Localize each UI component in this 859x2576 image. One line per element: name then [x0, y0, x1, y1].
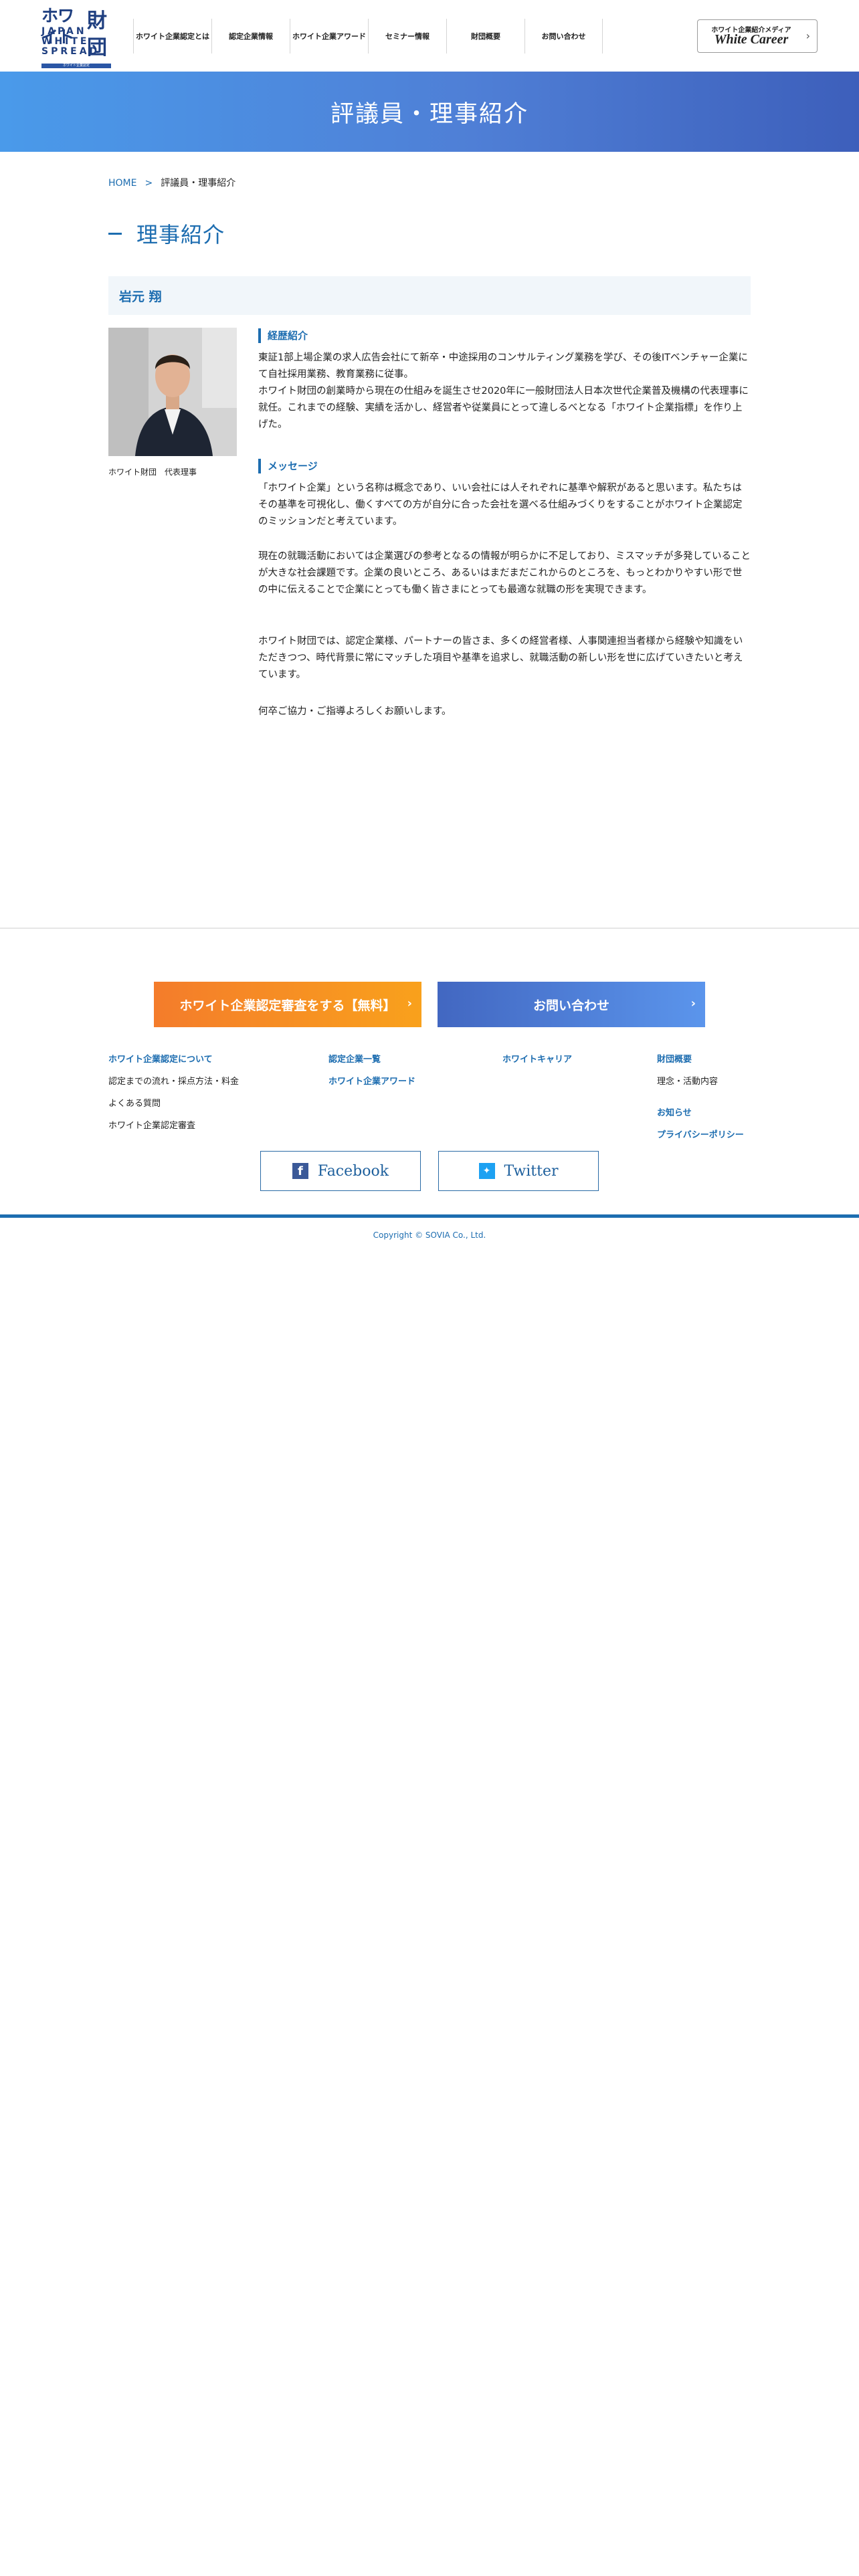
message-paragraph: 「ホワイト企業」という名称は概念であり、いい会社には人それぞれに基準や解釈がある…	[258, 483, 743, 527]
site-header: ホワイト JAPAN WHITE SPREAD 財団 ホワイト企業認定 ホワイト…	[0, 0, 859, 72]
footer-link-privacy[interactable]: プライバシーポリシー	[657, 1128, 744, 1140]
footer-link-philosophy[interactable]: 理念・活動内容	[657, 1074, 718, 1087]
chevron-right-icon: ›	[407, 996, 412, 1010]
breadcrumb-current: 評議員・理事紹介	[161, 178, 236, 189]
person-name: 岩元 翔	[119, 289, 162, 304]
nav-item-contact[interactable]: お問い合わせ	[524, 19, 603, 53]
message-heading: メッセージ	[258, 459, 318, 473]
nav-item-foundation[interactable]: 財団概要	[446, 19, 524, 53]
logo-top-text: ホワイト	[41, 6, 74, 47]
chevron-right-icon: ›	[690, 996, 696, 1010]
footer-link-certified-list[interactable]: 認定企業一覧	[328, 1052, 381, 1065]
section-title: 理事紹介	[136, 222, 225, 247]
footer-link-review[interactable]: ホワイト企業認定審査	[108, 1118, 195, 1131]
copyright: Copyright © SOVIA Co., Ltd.	[373, 1230, 486, 1240]
site-logo[interactable]: ホワイト JAPAN WHITE SPREAD 財団 ホワイト企業認定	[41, 5, 114, 68]
nav-item-certified[interactable]: 認定企業情報	[211, 19, 290, 53]
logo-tagline: ホワイト企業認定	[41, 64, 111, 68]
apply-review-label: ホワイト企業認定審査をする【無料】	[179, 998, 396, 1013]
message-paragraph: 何卒ご協力・ご指導よろしくお願いします。	[258, 706, 452, 717]
nav-item-about[interactable]: ホワイト企業認定とは	[133, 19, 211, 53]
heading-dash-icon	[108, 232, 122, 235]
career-text: 東証1部上場企業の求人広告会社にて新卒・中途採用のコンサルティング業務を学び、そ…	[258, 352, 749, 430]
footer-link-flow[interactable]: 認定までの流れ・採点方法・料金	[108, 1074, 239, 1087]
section-heading: 理事紹介	[108, 220, 225, 247]
person-name-bar: 岩元 翔	[108, 276, 751, 315]
message-paragraph: ホワイト財団では、認定企業様、パートナーの皆さま、多くの経営者様、人事関連担当者…	[258, 636, 743, 680]
twitter-button[interactable]: ✦ Twitter	[438, 1151, 599, 1191]
logo-english: JAPAN WHITE SPREAD	[41, 26, 100, 57]
twitter-icon: ✦	[478, 1163, 495, 1179]
twitter-label: Twitter	[504, 1162, 559, 1180]
contact-button[interactable]: お問い合わせ ›	[438, 982, 705, 1027]
facebook-label: Facebook	[317, 1162, 389, 1180]
breadcrumb: HOME > 評議員・理事紹介	[108, 176, 235, 189]
footer-link-about[interactable]: ホワイト企業認定について	[108, 1052, 213, 1065]
facebook-icon: f	[292, 1163, 308, 1179]
logo-english-line: SPREAD	[41, 46, 100, 57]
page-title: 評議員・理事紹介	[330, 100, 529, 128]
footer-link-white-career[interactable]: ホワイトキャリア	[502, 1052, 572, 1065]
logo-english-line: JAPAN	[41, 26, 87, 37]
facebook-button[interactable]: f Facebook	[260, 1151, 421, 1191]
white-career-button[interactable]: ホワイト企業紹介メディア White Career ›	[697, 19, 818, 53]
footer-link-faq[interactable]: よくある質問	[108, 1096, 161, 1109]
white-career-logo: White Career	[714, 32, 789, 47]
message-paragraph: 現在の就職活動においては企業選びの参考となるの情報が明らかに不足しており、ミスマ…	[258, 551, 751, 595]
breadcrumb-separator: >	[145, 178, 153, 189]
footer-link-award[interactable]: ホワイト企業アワード	[328, 1074, 415, 1087]
footer-divider	[0, 928, 859, 929]
chevron-right-icon: ›	[805, 29, 810, 42]
apply-review-button[interactable]: ホワイト企業認定審査をする【無料】 ›	[154, 982, 421, 1027]
global-nav: ホワイト企業認定とは 認定企業情報 ホワイト企業アワード セミナー情報 財団概要…	[133, 19, 603, 53]
career-heading: 経歴紹介	[258, 328, 308, 343]
logo-kanji: 財団	[87, 9, 107, 60]
footer-link-news[interactable]: お知らせ	[657, 1105, 692, 1118]
nav-item-award[interactable]: ホワイト企業アワード	[290, 19, 368, 53]
footer-bottom-bar	[0, 1214, 859, 1218]
nav-item-seminar[interactable]: セミナー情報	[368, 19, 446, 53]
contact-label: お問い合わせ	[533, 998, 609, 1013]
breadcrumb-home-link[interactable]: HOME	[108, 178, 136, 189]
logo-english-line: WHITE	[41, 36, 90, 47]
page-hero: 評議員・理事紹介	[0, 72, 859, 152]
photo-caption: ホワイト財団 代表理事	[108, 467, 197, 477]
footer-link-foundation[interactable]: 財団概要	[657, 1052, 692, 1065]
person-photo	[108, 328, 237, 456]
